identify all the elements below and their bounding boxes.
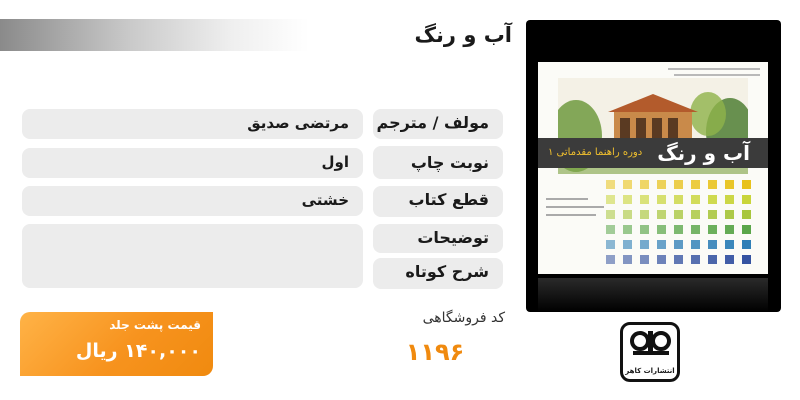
color-swatch [708, 210, 717, 219]
color-swatch [606, 180, 615, 189]
color-swatch [742, 225, 751, 234]
cover-author-line [546, 198, 588, 200]
value-edition: اول [22, 148, 363, 178]
color-swatch [742, 180, 751, 189]
color-swatch [725, 255, 734, 264]
color-swatch [674, 225, 683, 234]
cover-text-line [674, 74, 760, 76]
color-swatch [708, 195, 717, 204]
cover-author-line [546, 206, 604, 208]
color-swatch [623, 255, 632, 264]
color-swatch [708, 180, 717, 189]
color-swatch [691, 240, 700, 249]
color-swatch [623, 180, 632, 189]
color-swatch [640, 255, 649, 264]
color-swatch [657, 240, 666, 249]
value-author: مرتضی صدیق [22, 109, 363, 139]
cover-title-band: آب و رنگ دوره راهنما مقدماتی ۱ [538, 138, 768, 168]
label-short-description: شرح کوتاه [373, 258, 503, 289]
publisher-name: انتشارات کاهر [625, 367, 675, 375]
color-swatch [623, 210, 632, 219]
book-cover-image: آب و رنگ دوره راهنما مقدماتی ۱ [526, 20, 781, 312]
cover-title: آب و رنگ [657, 141, 750, 165]
color-swatch [623, 195, 632, 204]
color-swatch [606, 225, 615, 234]
color-swatch [640, 210, 649, 219]
color-swatch [674, 255, 683, 264]
value-format: خشتی [22, 186, 363, 216]
color-swatch [742, 210, 751, 219]
color-swatch [657, 255, 666, 264]
color-swatch [640, 240, 649, 249]
price-value: ۱۴۰,۰۰۰ ریال [75, 340, 201, 362]
color-swatch [742, 240, 751, 249]
store-code-value: ۱۱۹۶ [405, 338, 465, 366]
color-swatch [640, 195, 649, 204]
color-swatch [691, 255, 700, 264]
color-swatch [725, 210, 734, 219]
color-swatch [674, 210, 683, 219]
color-swatch [708, 255, 717, 264]
color-swatch [691, 210, 700, 219]
color-swatch [725, 195, 734, 204]
cover-subtitle: دوره راهنما مقدماتی ۱ [548, 147, 643, 158]
color-swatch [657, 210, 666, 219]
color-swatch [606, 210, 615, 219]
publisher-logo: انتشارات کاهر [620, 322, 680, 382]
label-author: مولف / مترجم [373, 109, 503, 139]
cover-author-line [546, 214, 596, 216]
price-badge: قیمت پشت جلد ۱۴۰,۰۰۰ ریال [20, 312, 213, 376]
color-swatch [725, 225, 734, 234]
color-swatch [606, 195, 615, 204]
publisher-logo-icon [630, 331, 671, 355]
price-label: قیمت پشت جلد [109, 318, 201, 332]
color-swatch [640, 180, 649, 189]
label-format: قطع کتاب [373, 186, 503, 217]
color-swatch [725, 180, 734, 189]
label-edition: نوبت چاپ [373, 146, 503, 179]
color-swatch [657, 225, 666, 234]
value-description [22, 224, 363, 288]
color-swatch [674, 195, 683, 204]
color-swatch [606, 255, 615, 264]
color-swatch [691, 195, 700, 204]
color-swatch [623, 240, 632, 249]
color-swatch [674, 240, 683, 249]
color-swatch [657, 180, 666, 189]
color-swatch [674, 180, 683, 189]
cover-reflection [538, 278, 768, 312]
store-code-label: کد فروشگاهی [422, 310, 505, 326]
book-title: آب و رنگ [414, 23, 512, 47]
color-swatch [606, 240, 615, 249]
color-swatch [691, 225, 700, 234]
color-swatch [742, 255, 751, 264]
color-swatch [657, 195, 666, 204]
label-description: توضیحات [373, 224, 503, 253]
color-swatch [708, 225, 717, 234]
color-swatch [725, 240, 734, 249]
color-swatch [623, 225, 632, 234]
color-swatch [708, 240, 717, 249]
color-swatch [691, 180, 700, 189]
color-swatch [640, 225, 649, 234]
color-swatch [742, 195, 751, 204]
cover-text-line [668, 68, 760, 70]
